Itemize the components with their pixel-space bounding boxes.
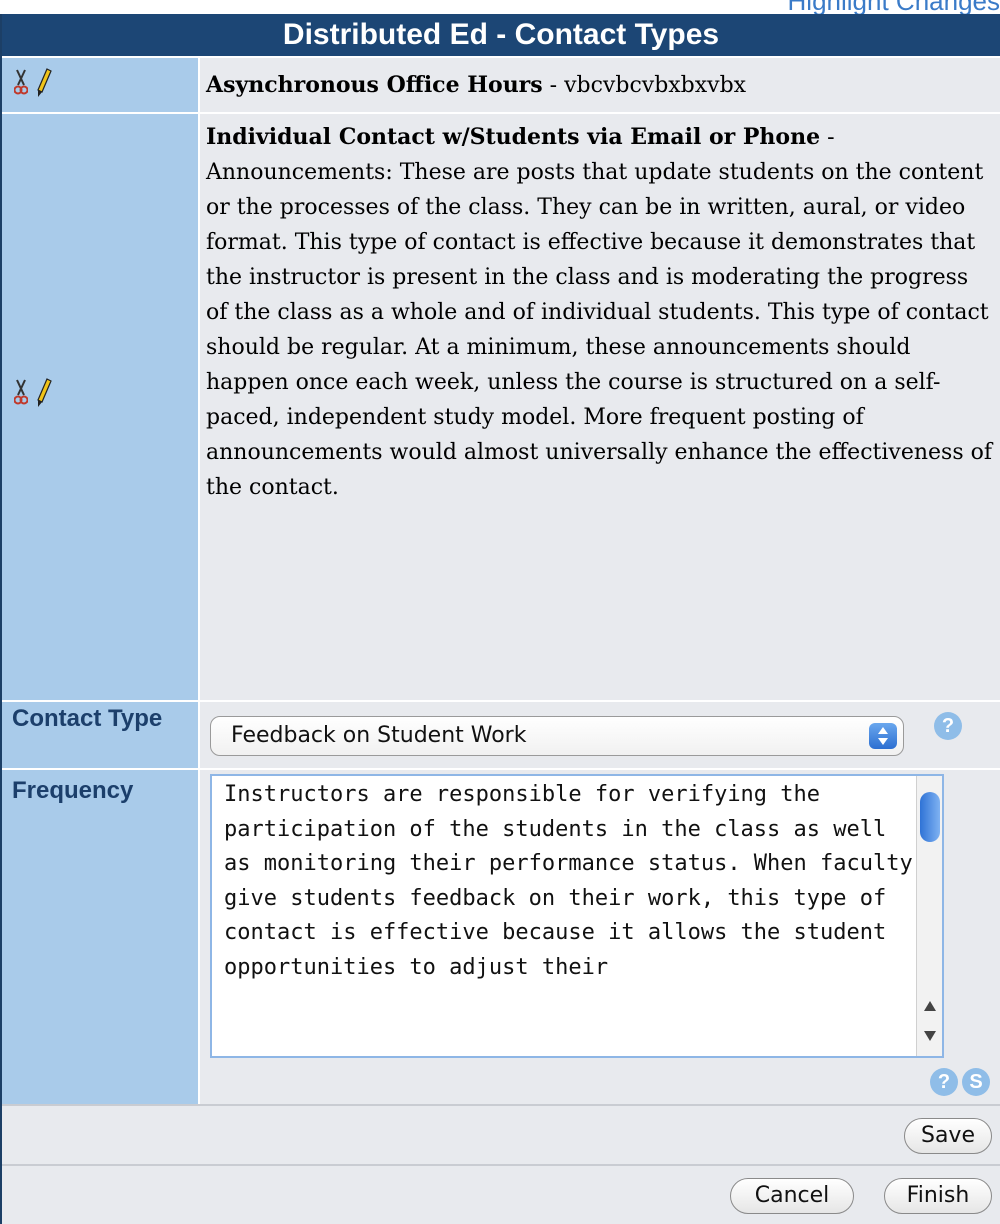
save-row: Save (2, 1104, 1000, 1164)
entry-description: Announcements: These are posts that upda… (206, 160, 992, 500)
save-button[interactable]: Save (904, 1118, 992, 1154)
help-icon[interactable]: ? (934, 712, 962, 740)
entry-row: Individual Contact w/Students via Email … (2, 114, 1000, 700)
page-title: Distributed Ed - Contact Types (2, 14, 1000, 56)
finish-button[interactable]: Finish (884, 1178, 992, 1214)
scroll-up-icon[interactable] (921, 998, 939, 1014)
scissors-icon[interactable] (14, 69, 28, 97)
label-cell: Frequency (2, 770, 198, 1104)
cancel-button[interactable]: Cancel (730, 1178, 854, 1214)
frequency-textarea[interactable]: Instructors are responsible for verifyin… (210, 774, 944, 1058)
pencil-icon[interactable] (36, 378, 52, 408)
frequency-row: Frequency Instructors are responsible fo… (2, 770, 1000, 1104)
scroll-down-icon[interactable] (921, 1028, 939, 1044)
contact-types-panel: Distributed Ed - Contact Types Asynchron… (0, 14, 1000, 1224)
pencil-icon[interactable] (36, 68, 52, 98)
entry-content-cell: Asynchronous Office Hours - vbcvbcvbxbxv… (200, 58, 1000, 112)
top-strip: Highlight Changes (0, 0, 1000, 14)
contact-type-select[interactable]: Feedback on Student Work (210, 716, 904, 756)
entry-text: Individual Contact w/Students via Email … (206, 124, 992, 500)
scissors-icon[interactable] (14, 379, 28, 407)
highlight-changes-link[interactable]: Highlight Changes (788, 0, 1000, 14)
entry-description: vbcvbcvbxbxvbx (564, 73, 747, 98)
help-icon[interactable]: ? (930, 1068, 958, 1096)
frequency-text: Instructors are responsible for verifyin… (224, 782, 913, 980)
textarea-scrollbar[interactable] (916, 776, 942, 1056)
spell-check-icon[interactable]: S (962, 1068, 990, 1096)
scrollbar-thumb[interactable] (920, 792, 940, 842)
entry-content-cell: Individual Contact w/Students via Email … (200, 114, 1000, 700)
entry-text: Asynchronous Office Hours - vbcvbcvbxbxv… (206, 72, 747, 98)
contact-type-row: Contact Type Feedback on Student Work ? (2, 702, 1000, 768)
entry-actions-cell (2, 114, 198, 700)
action-row: Cancel Finish (2, 1164, 1000, 1224)
label-cell: Contact Type (2, 702, 198, 768)
field-cell: Instructors are responsible for verifyin… (200, 770, 1000, 1104)
select-arrows-icon (869, 723, 897, 749)
frequency-label: Frequency (12, 777, 134, 804)
contact-type-label: Contact Type (12, 705, 163, 732)
field-cell: Feedback on Student Work ? (200, 702, 1000, 768)
entry-actions-cell (2, 58, 198, 112)
entry-row: Asynchronous Office Hours - vbcvbcvbxbxv… (2, 58, 1000, 112)
entry-title: Individual Contact w/Students via Email … (206, 124, 821, 150)
entry-title: Asynchronous Office Hours (206, 72, 543, 98)
contact-type-selected-value: Feedback on Student Work (231, 723, 527, 748)
